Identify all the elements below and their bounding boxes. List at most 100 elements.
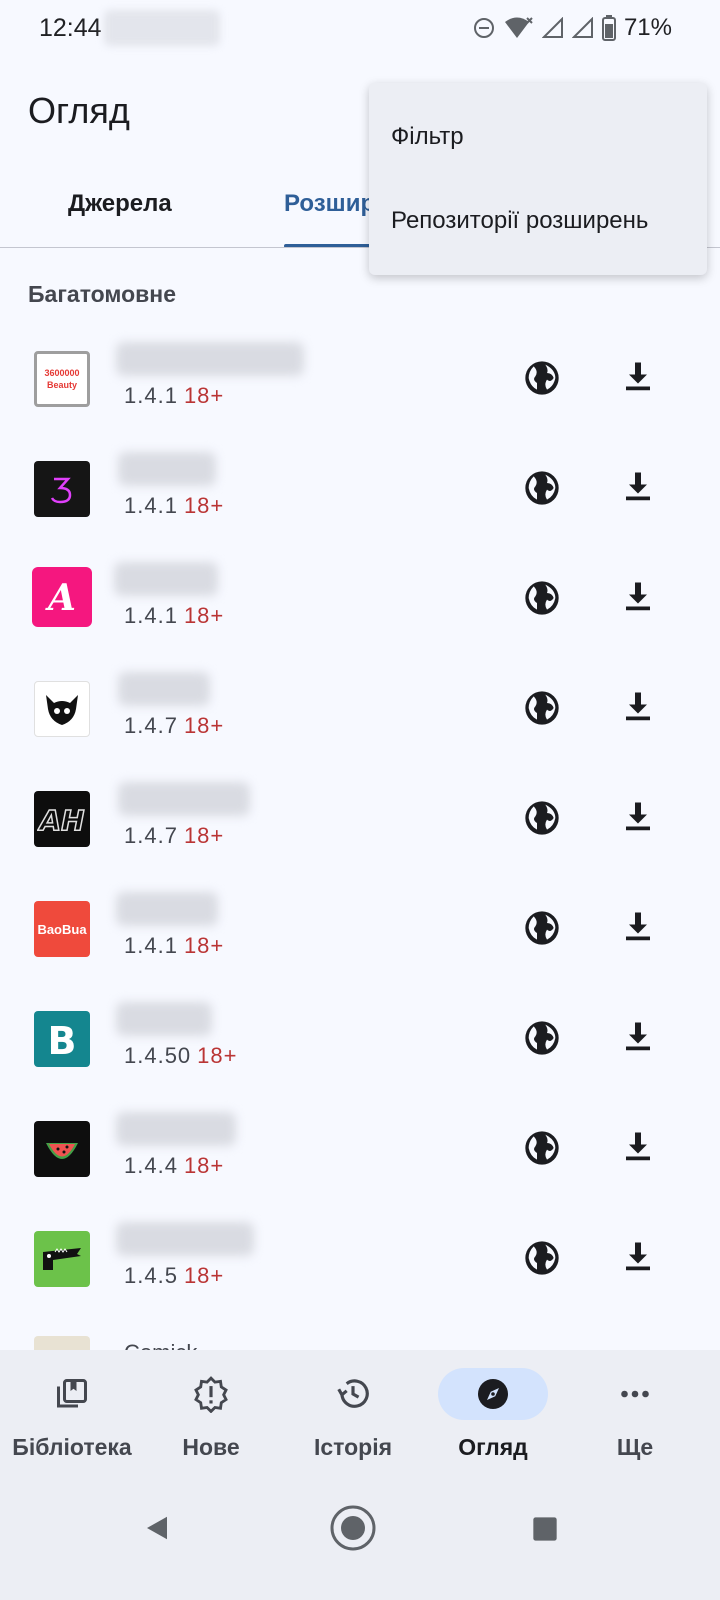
dnd-icon xyxy=(473,18,494,38)
extension-name-redacted xyxy=(116,1222,254,1256)
download-icon[interactable] xyxy=(620,908,656,944)
svg-text:AH: AH xyxy=(37,804,84,837)
globe-icon[interactable] xyxy=(522,358,562,398)
svg-text:3600000: 3600000 xyxy=(44,368,79,378)
download-icon[interactable] xyxy=(620,1128,656,1164)
extension-meta: 1.4.1 18+ xyxy=(124,383,224,409)
extension-version: 1.4.7 xyxy=(124,713,178,738)
nsfw-badge: 18+ xyxy=(183,713,225,738)
ah-logo-icon: AH xyxy=(34,791,90,847)
globe-icon[interactable] xyxy=(522,798,562,838)
baobua-logo-icon: BaoBua xyxy=(34,901,90,957)
download-icon[interactable] xyxy=(620,1238,656,1274)
letter-b-icon: B xyxy=(34,1011,90,1067)
globe-icon[interactable] xyxy=(522,578,562,618)
nsfw-badge: 18+ xyxy=(183,933,225,958)
menu-item-extension-repos[interactable]: Репозиторії розширень xyxy=(391,207,648,235)
download-icon[interactable] xyxy=(620,688,656,724)
extension-meta: 1.4.1 18+ xyxy=(124,603,224,629)
globe-icon[interactable] xyxy=(522,1128,562,1168)
extension-row[interactable]: 1.4.5 18+ xyxy=(0,1218,720,1328)
extension-row[interactable]: 1.4.1 18+ xyxy=(0,448,720,558)
extension-version: 1.4.4 xyxy=(124,1153,178,1178)
svg-text:Beauty: Beauty xyxy=(47,380,77,390)
blurred-notification-icons xyxy=(104,10,220,46)
svg-text:A: A xyxy=(45,577,76,619)
nav-updates-label: Нове xyxy=(182,1434,240,1460)
battery-icon xyxy=(601,15,616,41)
tab-sources[interactable]: Джерела xyxy=(68,190,172,218)
extension-row[interactable]: 3600000 Beauty 1.4.1 18+ xyxy=(0,338,720,448)
globe-icon[interactable] xyxy=(522,1238,562,1278)
status-time: 12:44 xyxy=(39,14,102,42)
status-bar: 12:44 71% xyxy=(0,0,720,56)
signal-icon xyxy=(571,17,593,38)
nav-updates[interactable]: Нове xyxy=(139,1350,283,1475)
extension-row[interactable]: 1.4.4 18+ xyxy=(0,1108,720,1218)
nsfw-badge: 18+ xyxy=(183,493,225,518)
extension-meta: 1.4.1 18+ xyxy=(124,933,224,959)
letter-a-icon: A xyxy=(32,567,92,627)
extension-row[interactable]: 1.4.7 18+ xyxy=(0,668,720,778)
extension-row[interactable]: A 1.4.1 18+ xyxy=(0,558,720,668)
nsfw-badge: 18+ xyxy=(183,823,225,848)
extension-version: 1.4.1 xyxy=(124,933,178,958)
extension-row[interactable]: AH 1.4.7 18+ xyxy=(0,778,720,888)
3600000-beauty-icon: 3600000 Beauty xyxy=(34,351,90,407)
nav-more[interactable]: Ще xyxy=(563,1350,707,1475)
extension-name-redacted xyxy=(118,452,216,486)
signal-icon xyxy=(541,17,563,38)
extension-meta: 1.4.5 18+ xyxy=(124,1263,224,1289)
extension-name-redacted xyxy=(118,782,250,816)
download-icon[interactable] xyxy=(620,358,656,394)
home-icon[interactable] xyxy=(328,1503,378,1553)
extension-name-redacted xyxy=(116,1002,212,1036)
history-icon xyxy=(331,1372,375,1416)
recents-icon[interactable] xyxy=(531,1515,559,1543)
extension-version: 1.4.1 xyxy=(124,603,178,628)
nav-library[interactable]: Бібліотека xyxy=(0,1350,144,1475)
nav-browse[interactable]: Огляд xyxy=(421,1350,565,1475)
extension-name-redacted xyxy=(114,562,218,596)
nsfw-badge: 18+ xyxy=(197,1043,238,1068)
wifi-icon xyxy=(504,17,533,38)
number-3-icon xyxy=(34,461,90,517)
nsfw-badge: 18+ xyxy=(183,1153,225,1178)
extension-name-redacted xyxy=(116,342,304,376)
download-icon[interactable] xyxy=(620,798,656,834)
extension-name-redacted xyxy=(116,1112,236,1146)
page-title: Огляд xyxy=(28,90,130,131)
overflow-menu: Фільтр Репозиторії розширень xyxy=(369,83,707,275)
download-icon[interactable] xyxy=(620,1018,656,1054)
globe-icon[interactable] xyxy=(522,1018,562,1058)
extension-name-redacted xyxy=(118,672,210,706)
download-icon[interactable] xyxy=(620,578,656,614)
globe-icon[interactable] xyxy=(522,688,562,728)
watermelon-icon xyxy=(34,1121,90,1177)
back-icon[interactable] xyxy=(142,1513,172,1543)
library-icon xyxy=(50,1372,94,1416)
section-header: Багатомовне xyxy=(28,281,176,307)
globe-icon[interactable] xyxy=(522,908,562,948)
status-icons: 71% xyxy=(472,14,672,42)
nsfw-badge: 18+ xyxy=(183,603,225,628)
extension-row[interactable]: BaoBua 1.4.1 18+ xyxy=(0,888,720,998)
download-icon[interactable] xyxy=(620,468,656,504)
extension-name-redacted xyxy=(116,892,218,926)
extension-meta: 1.4.7 18+ xyxy=(124,823,224,849)
nav-library-label: Бібліотека xyxy=(12,1434,132,1460)
more-icon xyxy=(613,1372,657,1416)
globe-icon[interactable] xyxy=(522,468,562,508)
bottom-navigation: Бібліотека Нове Історія Огляд Ще xyxy=(0,1350,720,1475)
menu-item-filter[interactable]: Фільтр xyxy=(391,123,464,151)
extension-version: 1.4.1 xyxy=(124,493,178,518)
horned-mask-icon xyxy=(34,681,90,737)
svg-text:BaoBua: BaoBua xyxy=(37,922,87,937)
nav-browse-label: Огляд xyxy=(458,1434,528,1460)
extension-meta: 1.4.1 18+ xyxy=(124,493,224,519)
extension-meta: 1.4.7 18+ xyxy=(124,713,224,739)
nav-history[interactable]: Історія xyxy=(281,1350,425,1475)
extension-row[interactable]: B 1.4.50 18+ xyxy=(0,998,720,1108)
tab-extensions[interactable]: Розшир xyxy=(284,190,375,218)
extension-version: 1.4.50 xyxy=(124,1043,192,1068)
